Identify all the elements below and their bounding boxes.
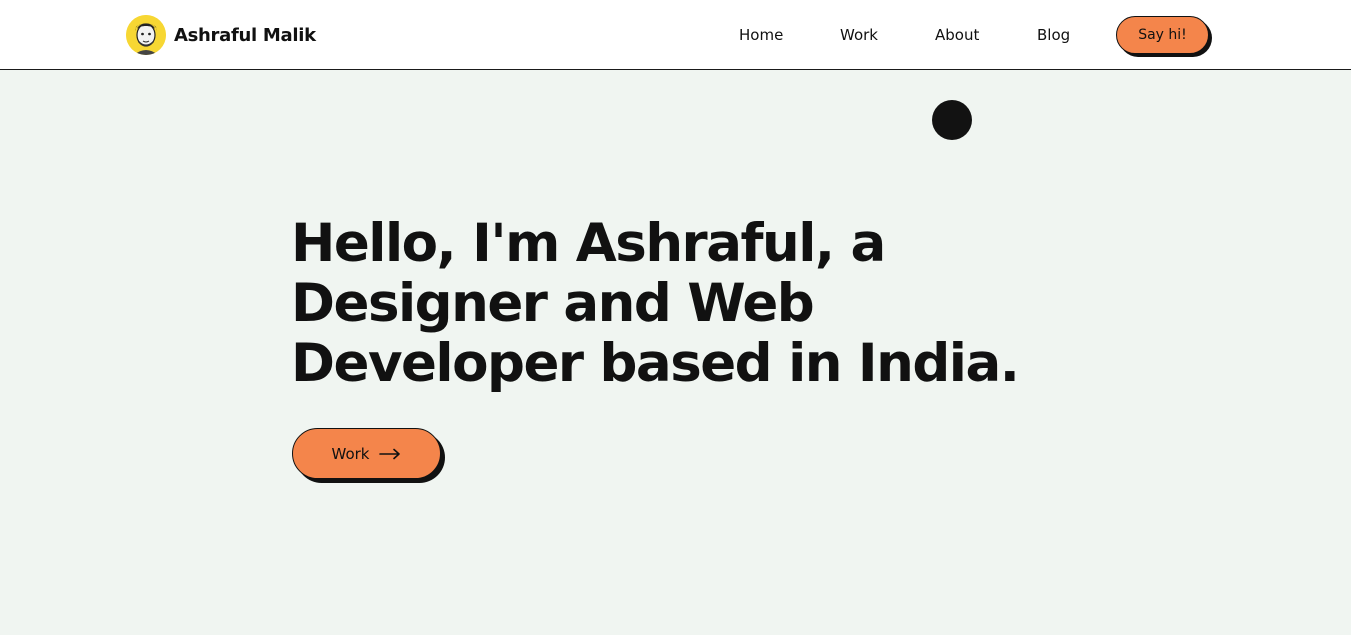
work-button-label: Work (331, 444, 370, 463)
nav-item-home[interactable]: Home (739, 25, 783, 45)
nav-item-work[interactable]: Work (840, 25, 878, 45)
hero-headline: Hello, I'm Ashraful, a Designer and Web … (291, 213, 1020, 394)
say-hi-button-wrapper: Say hi! (1116, 16, 1212, 58)
work-button[interactable]: Work (292, 428, 441, 479)
say-hi-button[interactable]: Say hi! (1116, 16, 1209, 54)
avatar (126, 15, 166, 55)
top-navbar: Ashraful Malik Home Work About Blog Say … (0, 0, 1351, 70)
brand-link[interactable]: Ashraful Malik (126, 15, 316, 55)
brand-name: Ashraful Malik (174, 24, 316, 46)
nav-item-about[interactable]: About (935, 25, 979, 45)
work-button-wrapper: Work (292, 428, 445, 483)
arrow-right-icon (379, 448, 401, 459)
nav-item-blog[interactable]: Blog (1037, 25, 1070, 45)
cursor-dot (932, 100, 972, 140)
avatar-portrait-icon (126, 15, 166, 55)
